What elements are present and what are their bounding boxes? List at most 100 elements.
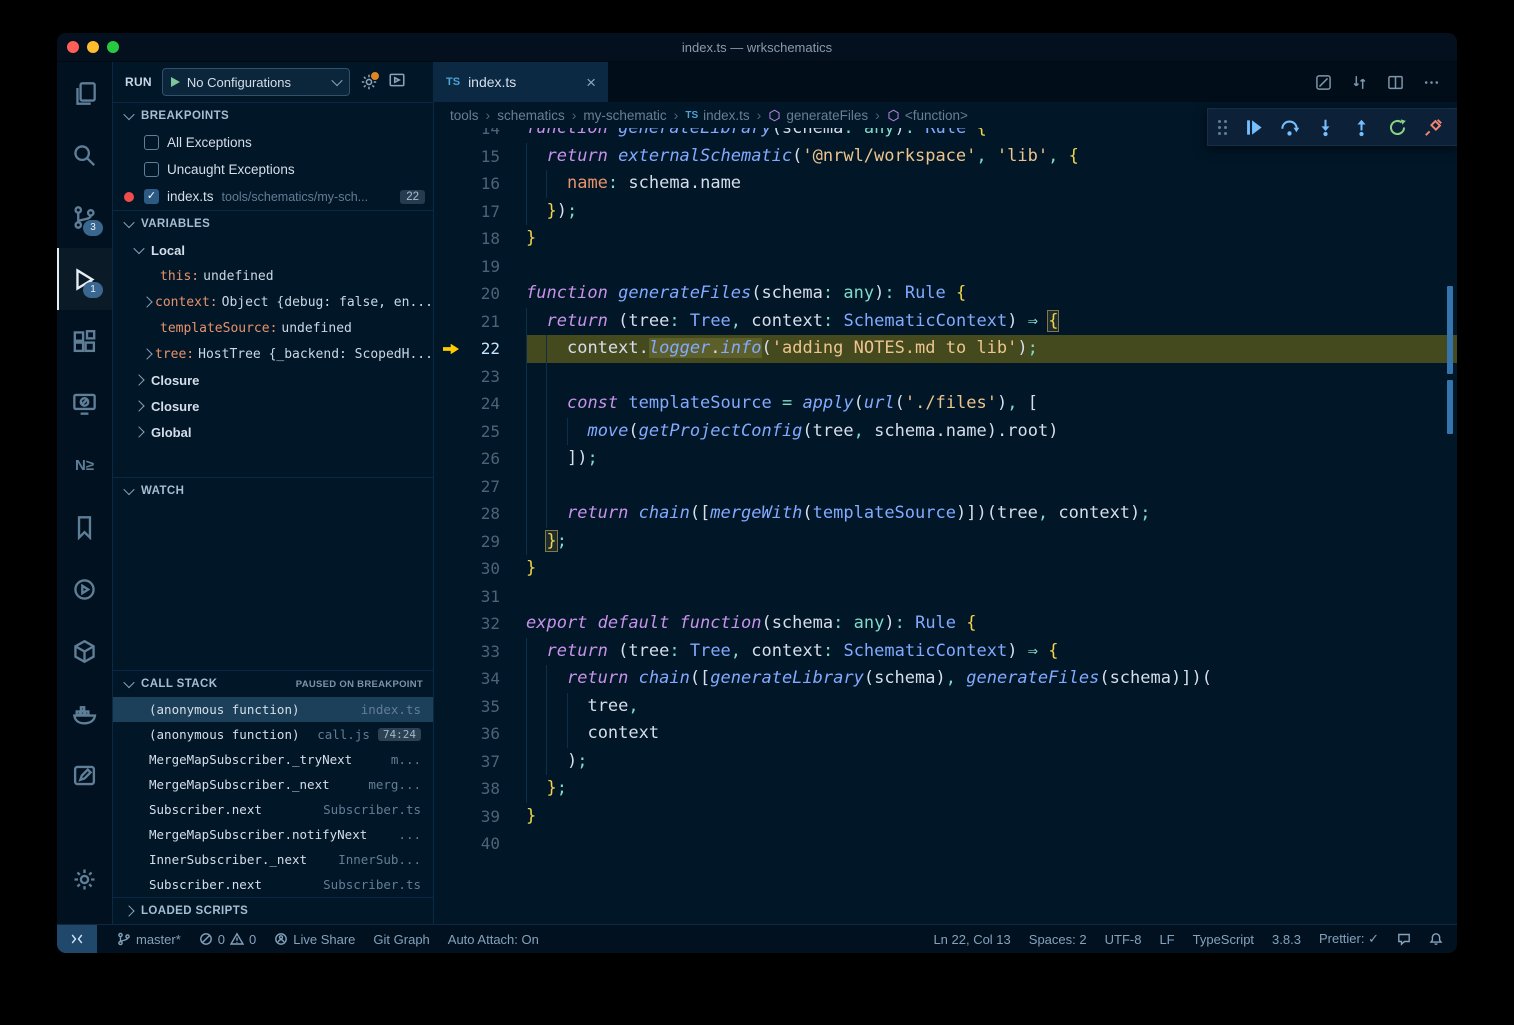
code-editor[interactable]: 14function generateLibrary(schema: any):… xyxy=(434,128,1457,924)
notifications-button[interactable] xyxy=(1429,932,1443,946)
configure-launch-button[interactable] xyxy=(360,73,378,91)
code-line[interactable]: 23 xyxy=(434,363,1457,391)
problems-status[interactable]: 0 0 xyxy=(199,932,256,947)
continue-button[interactable] xyxy=(1237,112,1269,142)
variable-item[interactable]: this: undefined xyxy=(113,263,433,289)
call-stack-frame[interactable]: Subscriber.nextSubscriber.ts xyxy=(113,797,433,822)
language-mode[interactable]: TypeScript xyxy=(1193,932,1254,947)
breakpoint-checkbox[interactable] xyxy=(144,162,159,177)
call-stack-frame[interactable]: (anonymous function)call.js74:24 xyxy=(113,722,433,747)
toolbar-drag-handle[interactable] xyxy=(1218,120,1227,135)
code-line[interactable]: 22 context.logger.info('adding NOTES.md … xyxy=(434,335,1457,363)
code-line[interactable]: 38 }; xyxy=(434,775,1457,803)
activity-item-source-control[interactable]: 3 xyxy=(57,186,112,248)
code-line[interactable]: 16 name: schema.name xyxy=(434,170,1457,198)
breadcrumb-item[interactable]: my-schematic xyxy=(583,108,666,123)
breakpoints-section-header[interactable]: BREAKPOINTS xyxy=(113,102,433,129)
code-line[interactable]: 35 tree, xyxy=(434,693,1457,721)
activity-item-snippets[interactable] xyxy=(57,744,112,806)
breakpoint-item[interactable]: All Exceptions xyxy=(113,129,433,156)
code-line[interactable]: 40 xyxy=(434,830,1457,858)
step-into-button[interactable] xyxy=(1309,112,1341,142)
code-line[interactable]: 31 xyxy=(434,583,1457,611)
git-branch-status[interactable]: master* xyxy=(117,932,181,947)
code-line[interactable]: 36 context xyxy=(434,720,1457,748)
loaded-scripts-section-header[interactable]: LOADED SCRIPTS xyxy=(113,897,433,924)
variables-scope[interactable]: Closure xyxy=(113,367,433,393)
activity-item-live-server[interactable] xyxy=(57,558,112,620)
eol-status[interactable]: LF xyxy=(1159,932,1174,947)
call-stack-frame[interactable]: MergeMapSubscriber._tryNextm... xyxy=(113,747,433,772)
breakpoint-checkbox[interactable]: ✓ xyxy=(144,189,159,204)
auto-attach-status[interactable]: Auto Attach: On xyxy=(448,932,539,947)
code-line[interactable]: 25 move(getProjectConfig(tree, schema.na… xyxy=(434,418,1457,446)
activity-item-settings[interactable] xyxy=(57,848,112,910)
activity-item-search[interactable] xyxy=(57,124,112,186)
encoding-status[interactable]: UTF-8 xyxy=(1105,932,1142,947)
activity-item-nx-console[interactable]: N≥ xyxy=(57,434,112,496)
activity-item-dependencies[interactable] xyxy=(57,620,112,682)
step-over-button[interactable] xyxy=(1273,112,1305,142)
call-stack-section-header[interactable]: CALL STACK PAUSED ON BREAKPOINT xyxy=(113,670,433,697)
breadcrumb-item[interactable]: schematics xyxy=(497,108,565,123)
code-line[interactable]: 39} xyxy=(434,803,1457,831)
close-tab-icon[interactable]: × xyxy=(586,74,596,91)
code-line[interactable]: 37 ); xyxy=(434,748,1457,776)
code-line[interactable]: 27 xyxy=(434,473,1457,501)
live-share-button[interactable]: Live Share xyxy=(274,932,355,947)
compare-changes-button[interactable] xyxy=(1345,68,1373,96)
breakpoint-item[interactable]: Uncaught Exceptions xyxy=(113,156,433,183)
code-line[interactable]: 33 return (tree: Tree, context: Schemati… xyxy=(434,638,1457,666)
code-line[interactable]: 24 const templateSource = apply(url('./f… xyxy=(434,390,1457,418)
breadcrumb-item[interactable]: TSindex.ts xyxy=(685,108,749,123)
prettier-status[interactable]: Prettier: ✓ xyxy=(1319,931,1379,947)
git-graph-button[interactable]: Git Graph xyxy=(373,932,429,947)
code-line[interactable]: 29 }; xyxy=(434,528,1457,556)
breadcrumb-item[interactable]: <function> xyxy=(887,108,968,123)
variables-scope[interactable]: Global xyxy=(113,419,433,445)
code-line[interactable]: 34 return chain([generateLibrary(schema)… xyxy=(434,665,1457,693)
activity-item-run-debug[interactable]: 1 xyxy=(57,248,112,310)
activity-item-docker[interactable] xyxy=(57,682,112,744)
restart-button[interactable] xyxy=(1381,112,1413,142)
call-stack-frame[interactable]: MergeMapSubscriber.notifyNext... xyxy=(113,822,433,847)
breakpoint-item[interactable]: ✓index.tstools/schematics/my-sch...22 xyxy=(113,183,433,210)
breakpoint-checkbox[interactable] xyxy=(144,135,159,150)
variables-scope[interactable]: Closure xyxy=(113,393,433,419)
code-line[interactable]: 19 xyxy=(434,253,1457,281)
code-line[interactable]: 15 return externalSchematic('@nrwl/works… xyxy=(434,143,1457,171)
breadcrumb-item[interactable]: generateFiles xyxy=(768,108,868,123)
code-line[interactable]: 21 return (tree: Tree, context: Schemati… xyxy=(434,308,1457,336)
code-line[interactable]: 28 return chain([mergeWith(templateSourc… xyxy=(434,500,1457,528)
variables-scope[interactable]: Local xyxy=(113,237,433,263)
remote-indicator[interactable] xyxy=(57,925,97,953)
code-line[interactable]: 26 ]); xyxy=(434,445,1457,473)
call-stack-frame[interactable]: (anonymous function)index.ts xyxy=(113,697,433,722)
tab-index-ts[interactable]: TS index.ts × xyxy=(434,62,608,102)
code-line[interactable]: 32export default function(schema: any): … xyxy=(434,610,1457,638)
run-panel-icon[interactable] xyxy=(388,71,406,94)
code-line[interactable]: 17 }); xyxy=(434,198,1457,226)
start-debug-icon[interactable] xyxy=(171,77,180,87)
launch-config-dropdown[interactable]: No Configurations xyxy=(162,68,350,96)
activity-item-explorer[interactable] xyxy=(57,62,112,124)
open-changes-button[interactable] xyxy=(1309,68,1337,96)
more-actions-button[interactable] xyxy=(1417,68,1445,96)
call-stack-frame[interactable]: Subscriber.nextSubscriber.ts xyxy=(113,872,433,897)
activity-item-extensions[interactable] xyxy=(57,310,112,372)
variable-item[interactable]: context: Object {debug: false, en... xyxy=(113,289,433,315)
call-stack-frame[interactable]: MergeMapSubscriber._nextmerg... xyxy=(113,772,433,797)
watch-section-header[interactable]: WATCH xyxy=(113,477,433,504)
variable-item[interactable]: templateSource: undefined xyxy=(113,315,433,341)
call-stack-frame[interactable]: InnerSubscriber._nextInnerSub... xyxy=(113,847,433,872)
code-line[interactable]: 20function generateFiles(schema: any): R… xyxy=(434,280,1457,308)
breadcrumb-item[interactable]: tools xyxy=(450,108,479,123)
feedback-button[interactable] xyxy=(1397,932,1411,946)
indentation-status[interactable]: Spaces: 2 xyxy=(1029,932,1087,947)
split-editor-button[interactable] xyxy=(1381,68,1409,96)
disconnect-button[interactable] xyxy=(1417,112,1449,142)
typescript-version[interactable]: 3.8.3 xyxy=(1272,932,1301,947)
cursor-position[interactable]: Ln 22, Col 13 xyxy=(933,932,1010,947)
variable-item[interactable]: tree: HostTree {_backend: ScopedH... xyxy=(113,341,433,367)
variables-section-header[interactable]: VARIABLES xyxy=(113,210,433,237)
